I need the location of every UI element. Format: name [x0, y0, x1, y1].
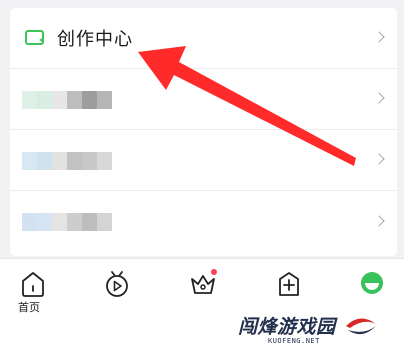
watermark: 闯烽游戏园 KUOFENG.NET	[238, 312, 388, 348]
watermark-subtext: KUOFENG.NET	[268, 337, 320, 345]
red-arrow	[138, 46, 356, 166]
swoosh-logo	[346, 318, 376, 335]
watermark-text: 闯烽游戏园	[238, 316, 336, 338]
